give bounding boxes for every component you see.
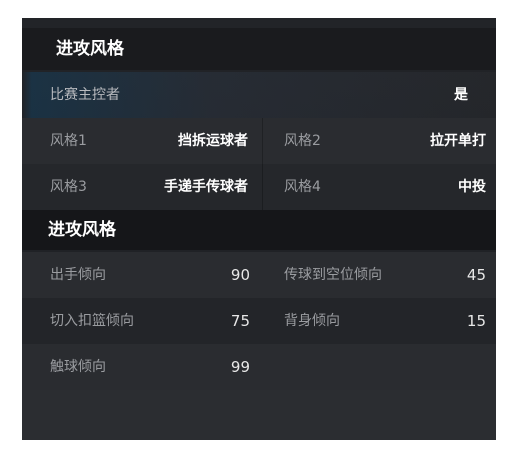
style-label: 风格3 bbox=[50, 179, 87, 195]
style-row-1: 风格1 挡拆运球者 风格2 拉开单打 bbox=[22, 118, 496, 164]
section-title: 进攻风格 bbox=[22, 210, 496, 250]
column-divider bbox=[262, 164, 263, 210]
tendency-row-3: 触球倾向 99 bbox=[22, 344, 496, 390]
style-label: 风格4 bbox=[284, 179, 321, 195]
tendency-row-1: 出手倾向 90 传球到空位倾向 45 bbox=[22, 252, 496, 298]
tendency-value: 75 bbox=[230, 312, 250, 330]
style-value: 中投 bbox=[458, 179, 486, 195]
controller-value: 是 bbox=[454, 87, 468, 103]
offense-style-panel: NB 进攻风格 比赛主控者 是 风格1 挡拆运球者 风格2 拉开单打 风格3 手… bbox=[22, 18, 496, 440]
tendency-label: 触球倾向 bbox=[50, 359, 106, 375]
style-value: 拉开单打 bbox=[430, 133, 486, 149]
style-label: 风格1 bbox=[50, 133, 87, 149]
tendency-value: 15 bbox=[466, 312, 486, 330]
tendency-label: 切入扣篮倾向 bbox=[50, 313, 134, 329]
tendency-value: 99 bbox=[230, 358, 250, 376]
tendency-value: 90 bbox=[230, 266, 250, 284]
tendency-label: 出手倾向 bbox=[50, 267, 106, 283]
style-row-2: 风格3 手递手传球者 风格4 中投 bbox=[22, 164, 496, 210]
style-value: 手递手传球者 bbox=[164, 179, 248, 195]
empty-row bbox=[22, 390, 496, 440]
style-label: 风格2 bbox=[284, 133, 321, 149]
tendency-label: 背身倾向 bbox=[284, 313, 340, 329]
section-title: 进攻风格 bbox=[22, 28, 496, 70]
column-divider bbox=[262, 118, 263, 164]
tendency-row-2: 切入扣篮倾向 75 背身倾向 15 bbox=[22, 298, 496, 344]
controller-label: 比赛主控者 bbox=[50, 87, 120, 103]
tendency-value: 45 bbox=[466, 266, 486, 284]
controller-row: 比赛主控者 是 bbox=[22, 72, 496, 118]
tendency-label: 传球到空位倾向 bbox=[284, 267, 382, 283]
style-value: 挡拆运球者 bbox=[178, 133, 248, 149]
